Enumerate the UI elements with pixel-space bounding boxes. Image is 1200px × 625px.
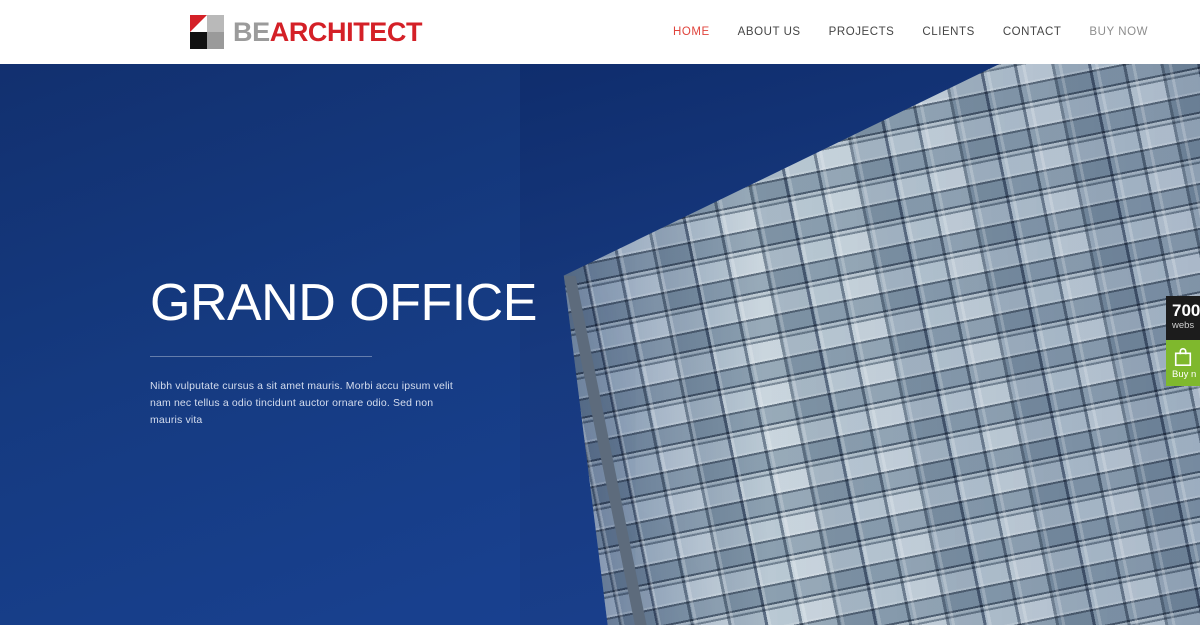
nav-item-projects[interactable]: PROJECTS [815, 26, 909, 38]
logo-text-be: BE [233, 17, 270, 47]
nav-item-about-us[interactable]: ABOUT US [724, 26, 815, 38]
main-navigation: HOME ABOUT US PROJECTS CLIENTS CONTACT B… [659, 0, 1162, 64]
logo-square-top-left [190, 15, 207, 32]
hero-divider [150, 355, 372, 357]
nav-item-clients[interactable]: CLIENTS [908, 26, 988, 38]
hero-slider: GRAND OFFICE Nibh vulputate cursus a sit… [0, 64, 1200, 625]
page-root: BEARCHITECT HOME ABOUT US PROJECTS CLIEN… [0, 0, 1200, 625]
logo-square-top-right [207, 15, 224, 32]
nav-item-contact[interactable]: CONTACT [989, 26, 1076, 38]
hero-photo [520, 64, 1200, 625]
hero-copy: GRAND OFFICE Nibh vulputate cursus a sit… [150, 276, 590, 429]
shopping-bag-icon [1174, 348, 1192, 367]
logo-squares-icon [190, 15, 224, 49]
logo-square-bottom-left [190, 32, 207, 49]
promo-widget: 700 webs Buy n [1166, 296, 1200, 387]
nav-item-home[interactable]: HOME [659, 26, 724, 38]
promo-buy-button[interactable]: Buy n [1166, 340, 1200, 387]
brand-logo[interactable]: BEARCHITECT [190, 15, 423, 49]
site-header: BEARCHITECT HOME ABOUT US PROJECTS CLIEN… [0, 0, 1200, 64]
nav-item-buy-now[interactable]: BUY NOW [1075, 26, 1162, 38]
hero-title: GRAND OFFICE [150, 274, 537, 332]
promo-label: webs [1172, 319, 1195, 331]
promo-buy-label: Buy n [1172, 369, 1197, 381]
logo-wordmark: BEARCHITECT [233, 15, 423, 49]
promo-count: 700 [1172, 301, 1200, 320]
hero-subtitle: Nibh vulputate cursus a sit amet mauris.… [150, 379, 453, 426]
promo-count-panel: 700 webs [1166, 296, 1200, 341]
logo-text-architect: ARCHITECT [269, 17, 423, 47]
logo-square-bottom-right [207, 32, 224, 49]
